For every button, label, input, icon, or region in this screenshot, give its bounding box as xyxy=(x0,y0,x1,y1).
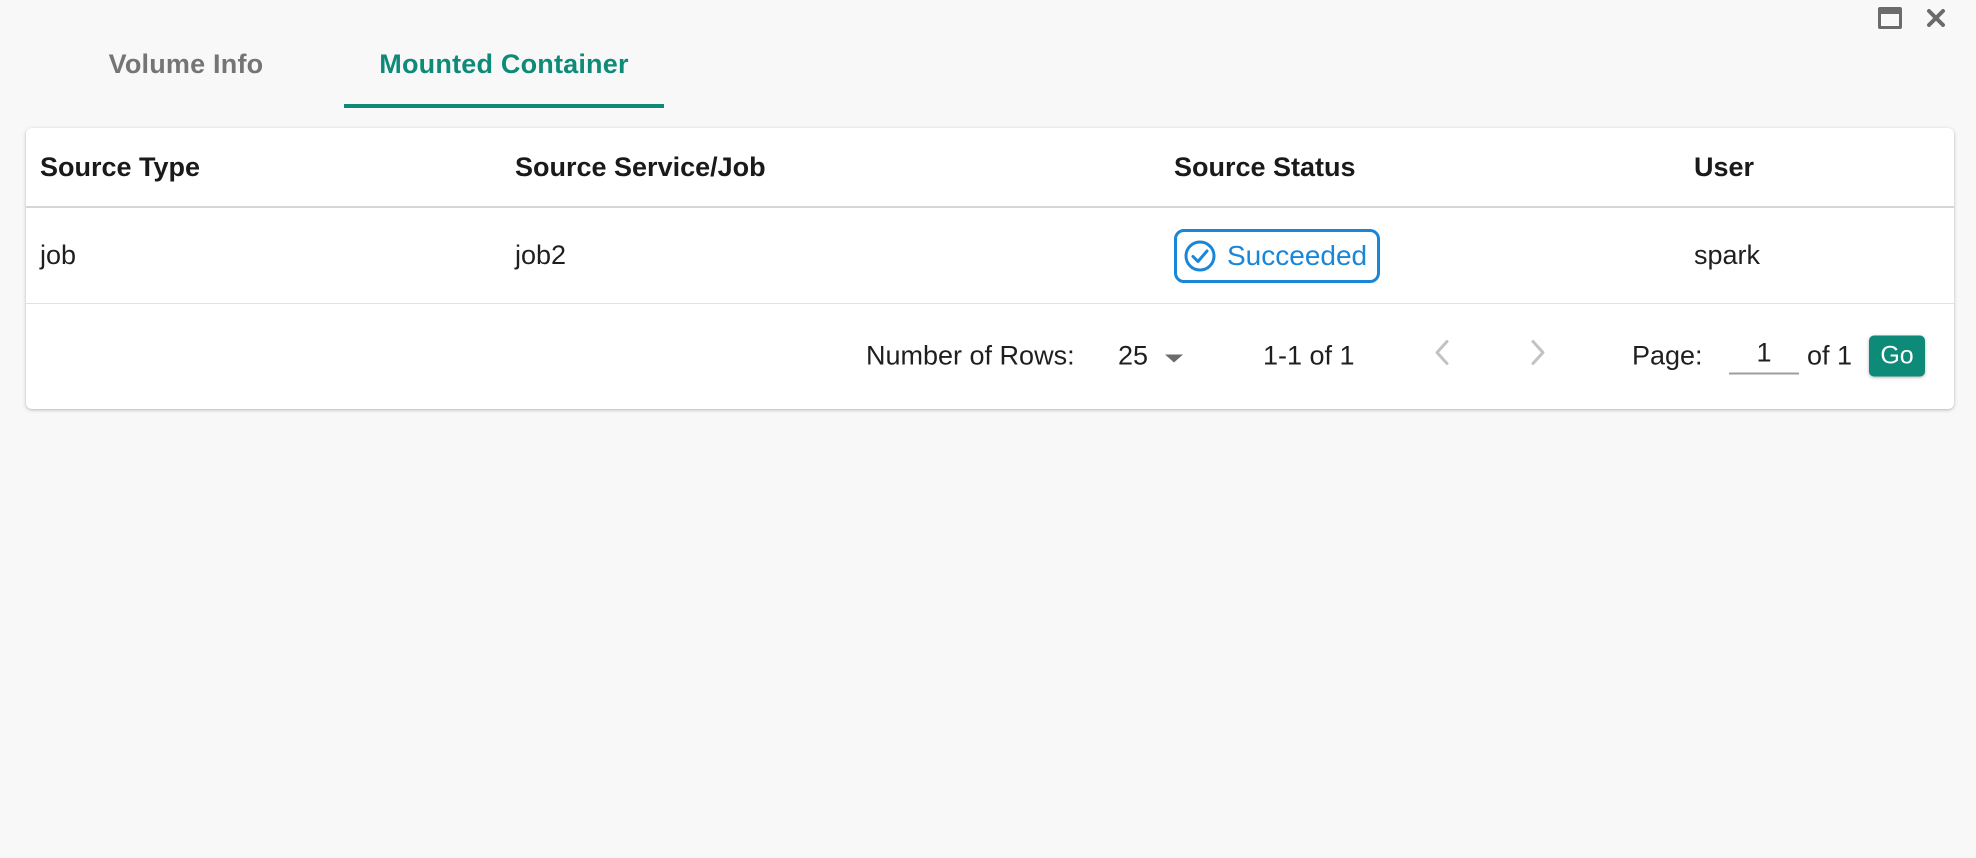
volume-details-panel: Volume Info Mounted Container Source Typ… xyxy=(0,0,1976,858)
status-badge: Succeeded xyxy=(1174,228,1381,283)
chevron-right-icon[interactable] xyxy=(1528,337,1548,374)
page-total-text: of 1 xyxy=(1807,340,1853,370)
column-header-source-status[interactable]: Source Status xyxy=(1174,152,1356,183)
status-text: Succeeded xyxy=(1227,239,1368,271)
window-controls xyxy=(1876,4,1950,32)
tab-bar: Volume Info Mounted Container xyxy=(28,26,664,108)
tab-volume-info-label: Volume Info xyxy=(108,48,264,79)
rows-per-page-select[interactable]: 25 xyxy=(1118,340,1184,371)
caret-down-icon xyxy=(1164,340,1184,371)
chevron-left-icon[interactable] xyxy=(1432,337,1452,374)
cell-source-service: job2 xyxy=(515,240,567,270)
close-icon[interactable] xyxy=(1922,4,1950,32)
column-header-source-service[interactable]: Source Service/Job xyxy=(515,152,766,183)
column-header-user[interactable]: User xyxy=(1694,152,1754,183)
rows-per-page-value: 25 xyxy=(1118,340,1149,370)
range-text: 1-1 of 1 xyxy=(1263,340,1355,370)
page-label: Page: xyxy=(1632,340,1703,370)
rows-per-page-label: Number of Rows: xyxy=(866,340,1075,370)
tab-mounted-container-label: Mounted Container xyxy=(379,48,629,79)
mounted-container-table-card: Source Type Source Service/Job Source St… xyxy=(26,128,1954,409)
cell-user: spark xyxy=(1694,240,1761,270)
check-circle-icon xyxy=(1183,239,1217,273)
tab-volume-info[interactable]: Volume Info xyxy=(28,26,344,108)
window-minimize-icon[interactable] xyxy=(1876,4,1904,32)
pagination-bar: Number of Rows: 25 1-1 of 1 Page: of 1 G… xyxy=(26,304,1954,407)
cell-source-status: Succeeded xyxy=(1174,228,1381,283)
tab-mounted-container[interactable]: Mounted Container xyxy=(344,26,664,108)
table-row[interactable]: job job2 Succeeded spark xyxy=(26,208,1954,304)
go-button[interactable]: Go xyxy=(1869,335,1925,376)
page-number-input[interactable] xyxy=(1729,337,1799,374)
cell-source-type: job xyxy=(40,240,77,270)
column-header-source-type[interactable]: Source Type xyxy=(40,152,200,183)
table-header: Source Type Source Service/Job Source St… xyxy=(26,128,1954,208)
